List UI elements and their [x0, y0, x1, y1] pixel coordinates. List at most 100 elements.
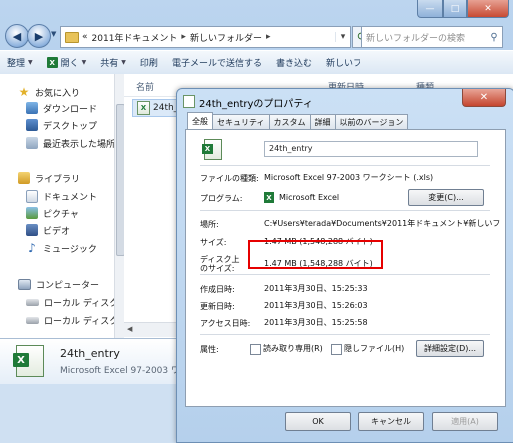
modified-label: 更新日時: — [200, 302, 235, 311]
address-dropdown[interactable]: ▾ — [335, 32, 350, 42]
drive-icon — [26, 298, 39, 306]
pictures-icon — [26, 207, 38, 219]
breadcrumb-segment[interactable]: 2011年ドキュメント — [92, 31, 178, 44]
burn-label: 書き込む — [275, 59, 312, 69]
excel-file-icon: X — [202, 139, 222, 160]
cancel-button[interactable]: キャンセル — [358, 412, 424, 431]
file-name-field[interactable]: 24th_entry — [264, 141, 478, 157]
forward-button[interactable]: ▶ — [27, 24, 51, 48]
dialog-close-button[interactable]: ✕ — [462, 89, 506, 107]
properties-dialog: 24th_entryのプロパティ ✕ 全般 セキュリティ カスタム 詳細 以前の… — [176, 88, 513, 443]
nav-item-music[interactable]: ♪ ミュージック — [26, 240, 97, 256]
location-value: C:¥Users¥terada¥Documents¥2011年ドキュメント¥新し… — [264, 219, 501, 228]
minimize-button[interactable]: — — [417, 0, 443, 18]
navigation-scrollbar[interactable] — [114, 74, 125, 338]
ok-button[interactable]: OK — [285, 412, 351, 431]
close-icon: ✕ — [479, 92, 489, 103]
nav-computer[interactable]: コンピューター — [18, 276, 99, 292]
address-bar[interactable]: « 2011年ドキュメント ▸ 新しいフォルダー ▸ ▾ — [60, 26, 351, 48]
nav-favorites-label: お気に入り — [35, 88, 81, 99]
change-program-button[interactable]: 変更(C)... — [408, 189, 484, 206]
chevron-right-icon[interactable]: ▸ — [181, 32, 186, 42]
computer-icon — [18, 278, 31, 290]
column-header-name[interactable]: 名前 — [136, 80, 154, 93]
tab-details[interactable]: 詳細 — [309, 114, 336, 129]
print-label: 印刷 — [139, 59, 158, 69]
created-label: 作成日時: — [200, 285, 235, 294]
scroll-left-icon[interactable]: ◀ — [127, 325, 132, 333]
organize-button[interactable]: 整理 ▼ — [0, 53, 40, 72]
nav-libraries-label: ライブラリ — [35, 174, 81, 185]
new-folder-label: 新しいフォルダー — [325, 59, 360, 69]
nav-item-label: ダウンロード — [43, 104, 98, 115]
hidden-label[interactable]: 隠しファイル(H) — [344, 344, 404, 354]
excel-file-icon: X — [13, 345, 44, 377]
advanced-button[interactable]: 詳細設定(D)... — [416, 340, 484, 357]
readonly-label[interactable]: 読み取り専用(R) — [263, 344, 323, 354]
maximize-button[interactable]: □ — [443, 0, 467, 18]
recent-pages-dropdown[interactable]: ▼ — [51, 30, 56, 38]
organize-label: 整理 — [7, 59, 26, 69]
email-button[interactable]: 電子メールで送信する — [165, 53, 269, 72]
excel-icon: X — [264, 192, 274, 203]
nav-item-label: ローカル ディスク — [44, 316, 114, 327]
nav-item-label: ビデオ — [43, 226, 71, 237]
new-folder-button[interactable]: 新しいフォルダー — [319, 53, 360, 72]
folder-icon — [65, 31, 79, 43]
nav-item-label: ドキュメント — [43, 192, 98, 203]
nav-item-desktop[interactable]: デスクトップ — [26, 117, 97, 133]
disk-size-label-line1: ディスク上 — [200, 255, 240, 264]
nav-libraries[interactable]: ライブラリ — [18, 170, 80, 186]
nav-item-pictures[interactable]: ピクチャ — [26, 205, 79, 221]
program-value: Microsoft Excel — [279, 193, 340, 202]
accessed-label: アクセス日時: — [200, 319, 251, 328]
star-icon: ★ — [18, 85, 30, 99]
divider — [200, 210, 490, 211]
apply-button[interactable]: 適用(A) — [432, 412, 498, 431]
nav-item-videos[interactable]: ビデオ — [26, 222, 70, 238]
location-label: 場所: — [200, 220, 219, 229]
chevron-right-icon[interactable]: ▸ — [266, 32, 271, 42]
tab-security[interactable]: セキュリティ — [212, 114, 270, 129]
document-icon — [183, 95, 195, 108]
nav-item-downloads[interactable]: ダウンロード — [26, 100, 97, 116]
nav-item-local-disk[interactable]: ローカル ディスク — [26, 312, 114, 328]
nav-item-local-disk[interactable]: ローカル ディスク — [26, 294, 114, 310]
file-type-label: ファイルの種類: — [200, 174, 259, 183]
tab-previous-versions[interactable]: 以前のバージョン — [334, 114, 409, 129]
tab-general[interactable]: 全般 — [187, 112, 213, 129]
close-button[interactable]: ✕ — [467, 0, 509, 18]
disk-size-label-line2: のサイズ: — [200, 264, 235, 273]
search-input[interactable]: 新しいフォルダーの検索 ⚲ — [361, 26, 503, 48]
drive-icon — [26, 316, 39, 324]
readonly-checkbox[interactable] — [250, 344, 261, 355]
desktop-icon — [26, 119, 38, 131]
open-button[interactable]: X 開く ▼ — [40, 53, 94, 72]
breadcrumb-segment[interactable]: 新しいフォルダー — [190, 31, 262, 44]
burn-button[interactable]: 書き込む — [269, 53, 319, 72]
created-value: 2011年3月30日、15:25:33 — [264, 284, 368, 293]
program-label: プログラム: — [200, 194, 243, 203]
open-label: 開く — [60, 59, 79, 69]
navigation-pane: ★ お気に入り ダウンロード デスクトップ 最近表示した場所 ライブラリ ドキュ… — [0, 74, 114, 338]
search-icon[interactable]: ⚲ — [486, 32, 502, 43]
search-placeholder: 新しいフォルダーの検索 — [366, 33, 466, 44]
share-button[interactable]: 共有 ▼ — [93, 53, 133, 72]
back-button[interactable]: ◀ — [5, 24, 29, 48]
nav-favorites[interactable]: ★ お気に入り — [18, 84, 80, 100]
address-root-marker[interactable]: « — [82, 32, 88, 42]
nav-item-recent-places[interactable]: 最近表示した場所 — [26, 135, 114, 151]
arrow-right-icon: ▶ — [34, 29, 44, 43]
print-button[interactable]: 印刷 — [133, 53, 165, 72]
nav-item-documents[interactable]: ドキュメント — [26, 188, 97, 204]
disk-size-highlight-box — [248, 240, 383, 269]
hidden-checkbox[interactable] — [331, 344, 342, 355]
downloads-folder-icon — [26, 102, 38, 114]
nav-item-label: 最近表示した場所 — [43, 139, 114, 150]
videos-icon — [26, 224, 38, 236]
nav-item-label: デスクトップ — [43, 121, 98, 132]
nav-computer-label: コンピューター — [36, 280, 100, 291]
arrow-left-icon: ◀ — [12, 29, 22, 43]
divider — [200, 274, 490, 275]
tab-custom[interactable]: カスタム — [268, 114, 311, 129]
